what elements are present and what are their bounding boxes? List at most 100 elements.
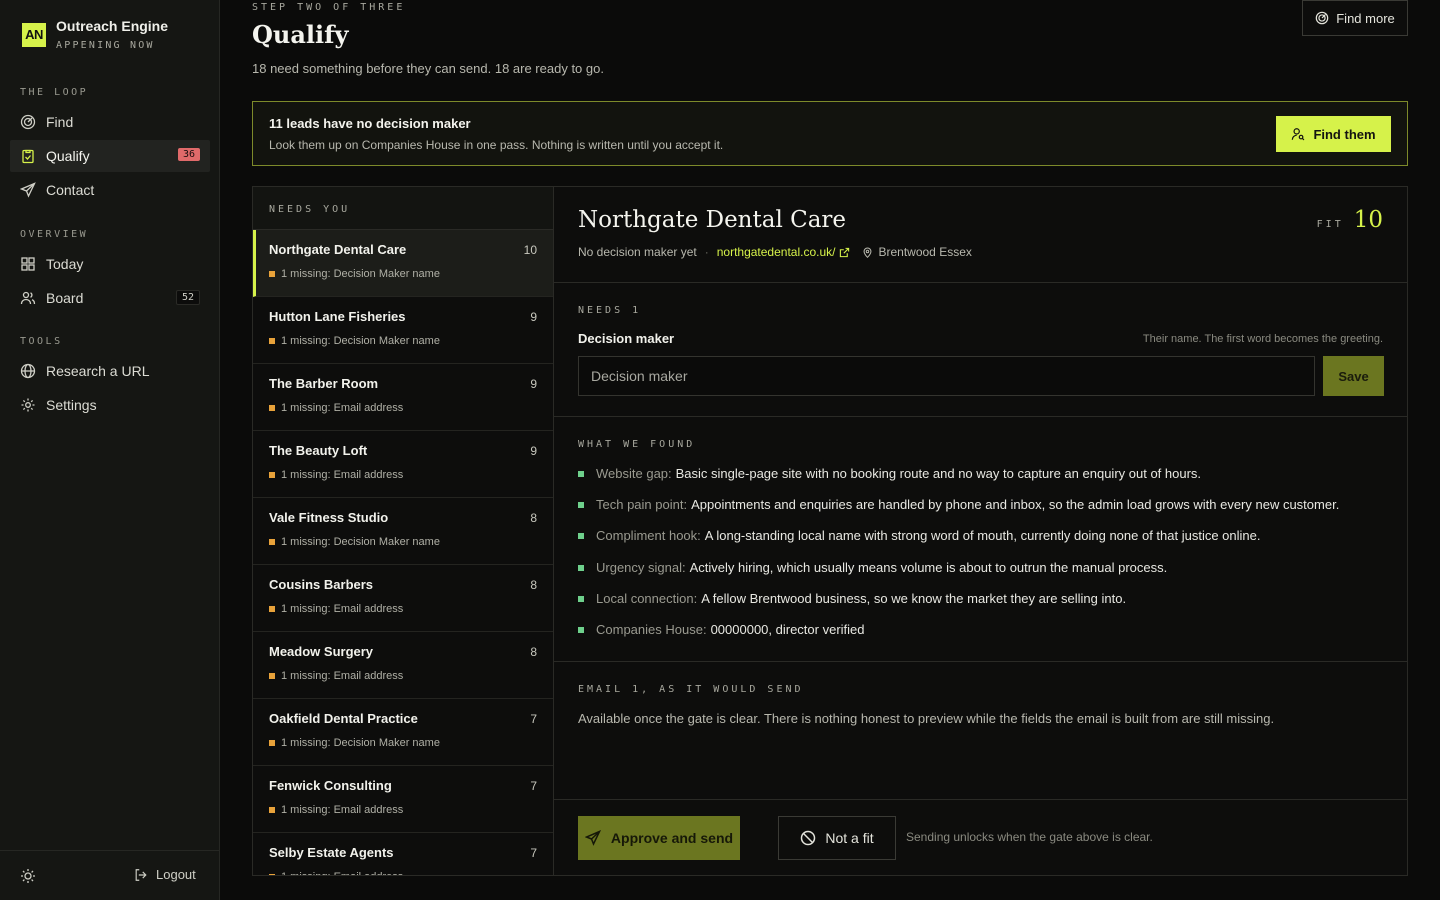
- bullet-square-icon: [578, 502, 584, 509]
- decision-maker-hint: Their name. The first word becomes the g…: [1142, 333, 1383, 345]
- lead-score: 7: [530, 779, 537, 793]
- lead-missing: 1 missing: Email address: [269, 670, 403, 682]
- fit-value: 10: [1353, 207, 1383, 233]
- finding-value: 00000000, director verified: [710, 621, 865, 637]
- finding-item: Local connection: A fellow Brentwood busi…: [578, 590, 1378, 621]
- lead-row[interactable]: The Barber Room 9 1 missing: Email address: [253, 364, 553, 431]
- finding-item: Urgency signal: Actively hiring, which us…: [578, 559, 1378, 590]
- sidebar-item-label: Qualify: [46, 148, 90, 164]
- sidebar-item-qualify[interactable]: Qualify 36: [10, 140, 210, 172]
- lead-list-heading: NEEDS YOU: [253, 187, 553, 230]
- brand-title: Outreach Engine: [56, 18, 169, 34]
- external-link-icon: [840, 247, 850, 257]
- lead-name: Oakfield Dental Practice: [269, 711, 418, 726]
- lead-missing-text: 1 missing: Email address: [281, 469, 404, 481]
- lead-row[interactable]: Northgate Dental Care 10 1 missing: Decisi…: [253, 230, 553, 297]
- fit-score: FIT 10: [1317, 207, 1383, 233]
- lead-score: 8: [530, 578, 537, 592]
- unlock-note: Sending unlocks when the gate above is c…: [906, 830, 1153, 844]
- lead-score: 9: [530, 310, 537, 324]
- lead-missing-text: 1 missing: Email address: [281, 871, 403, 875]
- sidebar-item-label: Today: [46, 256, 84, 272]
- map-pin-icon: [864, 247, 872, 258]
- lead-location: Brentwood Essex: [862, 245, 972, 259]
- finding-value: Actively hiring, which usually means vol…: [689, 559, 1168, 575]
- lead-row[interactable]: Hutton Lane Fisheries 9 1 missing: Decisio…: [253, 297, 553, 364]
- bullet-square-icon: [578, 595, 584, 602]
- logout-label: Logout: [156, 867, 196, 882]
- nav-section-overview: OVERVIEW: [20, 229, 89, 240]
- finding-value: Basic single-page site with no booking r…: [675, 466, 1202, 481]
- warning-dot-icon: [269, 606, 275, 612]
- meta-separator: ·: [704, 245, 709, 259]
- lead-row[interactable]: Fenwick Consulting 7 1 missing: Email addr…: [253, 766, 553, 833]
- brand[interactable]: AN Outreach Engine APPENING NOW: [22, 18, 168, 51]
- approve-send-button[interactable]: Approve and send: [578, 816, 740, 860]
- save-button[interactable]: Save: [1323, 356, 1384, 396]
- lead-row[interactable]: Selby Estate Agents 7 1 missing: Email add…: [253, 833, 553, 875]
- sidebar-item-board[interactable]: Board 52: [10, 282, 210, 314]
- user-search-icon: [1292, 128, 1305, 141]
- sidebar-item-today[interactable]: Today: [10, 248, 210, 280]
- lead-row[interactable]: Vale Fitness Studio 8 1 missing: Decision …: [253, 498, 553, 565]
- lead-missing-text: 1 missing: Decision Maker name: [281, 536, 440, 548]
- lead-missing-text: 1 missing: Decision Maker name: [281, 335, 440, 347]
- warning-dot-icon: [269, 673, 275, 679]
- logout-icon: [135, 868, 147, 881]
- location-text: Brentwood Essex: [878, 245, 972, 259]
- lead-score: 9: [530, 444, 537, 458]
- grid-icon: [20, 256, 36, 272]
- banner-title: 11 leads have no decision maker: [269, 116, 471, 131]
- sidebar-item-settings[interactable]: Settings: [10, 389, 210, 421]
- lead-row[interactable]: The Beauty Loft 9 1 missing: Email address: [253, 431, 553, 498]
- website-link[interactable]: northgatedental.co.uk/: [717, 245, 851, 259]
- lead-missing: 1 missing: Decision Maker name: [269, 737, 440, 749]
- qualify-count-badge: 36: [177, 148, 200, 161]
- lead-score: 7: [530, 846, 537, 860]
- finding-key: Local connection:: [596, 590, 698, 606]
- sidebar-item-contact[interactable]: Contact: [10, 174, 210, 206]
- sidebar-item-research[interactable]: Research a URL: [10, 355, 210, 387]
- lead-score: 7: [530, 712, 537, 726]
- send-icon: [20, 182, 36, 198]
- logout-button[interactable]: Logout: [134, 867, 196, 882]
- ban-icon: [801, 830, 816, 846]
- step-indicator: STEP TWO OF THREE: [252, 2, 406, 13]
- finding-key: Companies House:: [596, 621, 707, 637]
- decision-maker-input[interactable]: [578, 356, 1315, 396]
- decision-maker-label: Decision maker: [578, 331, 675, 346]
- banner-text: Look them up on Companies House in one p…: [269, 138, 724, 152]
- lead-row[interactable]: Meadow Surgery 8 1 missing: Email address: [253, 632, 553, 699]
- sidebar-footer: Logout: [0, 850, 220, 900]
- not-a-fit-button[interactable]: Not a fit: [778, 816, 896, 860]
- find-more-button[interactable]: Find more: [1302, 0, 1408, 36]
- lead-missing: 1 missing: Email address: [269, 469, 403, 481]
- sidebar-item-label: Find: [46, 114, 74, 130]
- lead-name: Fenwick Consulting: [269, 778, 392, 793]
- gear-icon: [20, 397, 36, 413]
- sidebar-item-find[interactable]: Find: [10, 106, 210, 138]
- lead-name: Hutton Lane Fisheries: [269, 309, 406, 324]
- findings-list: Website gap: Basic single-page site with …: [578, 465, 1378, 652]
- find-them-button[interactable]: Find them: [1276, 116, 1391, 152]
- lead-detail: Northgate Dental Care FIT 10 No decision…: [553, 186, 1408, 876]
- nav-section-loop: THE LOOP: [20, 87, 89, 98]
- lead-score: 8: [530, 645, 537, 659]
- warning-dot-icon: [269, 740, 275, 746]
- lead-row[interactable]: Oakfield Dental Practice 7 1 missing: Deci…: [253, 699, 553, 766]
- lead-missing: 1 missing: Decision Maker name: [269, 335, 440, 347]
- brand-logo: AN: [22, 22, 46, 47]
- lead-missing-text: 1 missing: Email address: [281, 670, 404, 682]
- not-a-fit-label: Not a fit: [825, 830, 874, 846]
- warning-dot-icon: [269, 874, 275, 875]
- sidebar-item-label: Contact: [46, 182, 95, 198]
- needs-label: NEEDS 1: [578, 305, 642, 316]
- nav-section-tools: TOOLS: [20, 336, 63, 347]
- finding-value: Appointments and enquiries are handled b…: [691, 497, 1340, 513]
- lead-row[interactable]: Cousins Barbers 8 1 missing: Email address: [253, 565, 553, 632]
- lead-missing: 1 missing: Decision Maker name: [269, 536, 440, 548]
- finding-value: A fellow Brentwood business, so we know …: [701, 590, 1127, 606]
- users-icon: [20, 290, 36, 306]
- sidebar-item-label: Settings: [46, 397, 97, 413]
- theme-toggle-sun-icon[interactable]: [20, 868, 36, 887]
